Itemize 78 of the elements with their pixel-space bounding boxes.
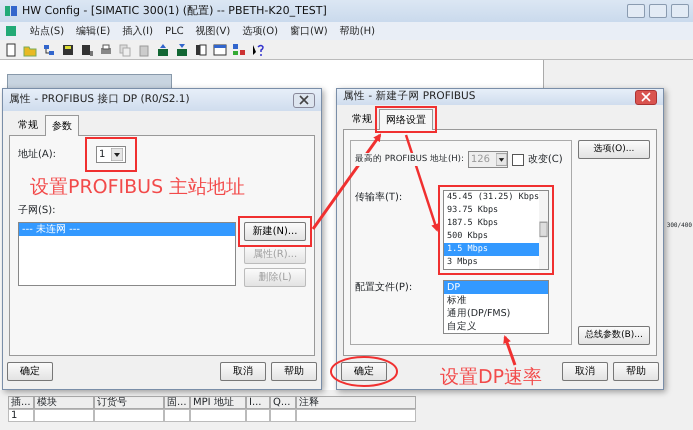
field-label: 地址(A): [18, 148, 58, 162]
column-header: 固... [164, 396, 190, 409]
close-icon [641, 92, 651, 102]
column-header: I... [246, 396, 270, 409]
ok-button[interactable]: 确定 [341, 362, 387, 381]
transmission-rate-list[interactable]: 45.45 (31.25) Kbps 93.75 Kbps 187.5 Kbps 500 Kbps 1.5 Mbps 3 Mbps [443, 190, 539, 270]
bus-parameters-button[interactable]: 总线参数(B)... [578, 326, 650, 345]
options-button[interactable]: 选项(O)... [578, 140, 650, 159]
menu-item[interactable]: 站点(S) [30, 24, 64, 38]
caret-icon [496, 153, 507, 166]
column-header: 插... [8, 396, 34, 409]
side-button[interactable]: 新建(N)... [244, 222, 306, 241]
menu-item[interactable]: 选项(O) [242, 24, 278, 38]
menu-item[interactable]: 视图(V) [196, 24, 230, 38]
checkbox[interactable] [512, 154, 524, 166]
tab[interactable]: 网络设置 [379, 109, 433, 130]
window-title: HW Config - [SIMATIC 300(1) (配置) -- PBETH-K20_TEST] [22, 2, 327, 19]
network-icon[interactable] [42, 42, 56, 56]
menu-item[interactable]: 插入(I) [122, 24, 154, 38]
list-item[interactable]: 500 Kbps [444, 230, 539, 243]
table-cell [190, 409, 246, 422]
close-button[interactable] [635, 90, 657, 104]
table-cell [94, 409, 164, 422]
scrollbar[interactable] [539, 190, 549, 270]
menu-item[interactable]: 帮助(H) [340, 24, 376, 38]
table-cell [246, 409, 270, 422]
list-item[interactable]: 通用(DP/FMS) [444, 307, 548, 320]
upload-icon[interactable] [175, 42, 189, 56]
table-cell: 1 [8, 409, 34, 422]
list-item[interactable]: 45.45 (31.25) Kbps [444, 191, 539, 204]
list-item[interactable]: 93.75 Kbps [444, 204, 539, 217]
highlight-frame [375, 106, 437, 133]
cancel-button[interactable]: 取消 [562, 362, 608, 381]
close-icon [299, 95, 309, 105]
dialog-title: 属性 - PROFIBUS 接口 DP (R0/S2.1) [9, 92, 190, 108]
arrow [503, 335, 516, 366]
field-label: 传输率(T): [355, 190, 404, 205]
print-icon[interactable] [99, 42, 113, 56]
tab[interactable]: 参数 [45, 115, 79, 136]
profile-list[interactable]: DP 标准 通用(DP/FMS) 自定义 [443, 280, 549, 334]
tab[interactable]: 常规 [11, 115, 45, 135]
table-cell [34, 409, 94, 422]
list-item[interactable]: 标准 [444, 294, 548, 307]
column-header: 模块 [34, 396, 94, 409]
cancel-button[interactable]: 取消 [220, 362, 266, 381]
menu-item[interactable]: 窗口(W) [290, 24, 328, 38]
ok-button[interactable]: 确定 [7, 362, 53, 381]
highlight-ellipse [330, 356, 398, 387]
table-cell [164, 409, 190, 422]
column-header: MPI 地址 [190, 396, 246, 409]
new-file-icon[interactable] [4, 42, 18, 56]
save-icon[interactable] [61, 42, 75, 56]
app-icon [4, 4, 18, 18]
help-button[interactable]: 帮助 [271, 362, 317, 381]
list-item[interactable]: 3 Mbps [444, 256, 539, 269]
list-item[interactable]: 187.5 Kbps [444, 217, 539, 230]
list-item[interactable]: 自定义 [444, 320, 548, 333]
window-icon[interactable] [213, 42, 227, 56]
caret-icon [111, 148, 124, 161]
annotation-text: 设置PROFIBUS 主站地址 [30, 178, 246, 197]
field-label: 最高的 PROFIBUS 地址(H): [355, 153, 464, 166]
menu-item[interactable]: PLC [165, 24, 184, 38]
dialog-title: 属性 - 新建子网 PROFIBUS [343, 89, 476, 104]
checkbox-label: 改变(C) [528, 152, 563, 167]
help-icon[interactable] [251, 42, 265, 56]
field-label: 配置文件(P): [355, 280, 414, 295]
address-dropdown[interactable]: 1 [96, 146, 126, 163]
download-icon[interactable] [156, 42, 170, 56]
help-button[interactable]: 帮助 [613, 362, 659, 381]
close-button[interactable] [293, 92, 315, 108]
column-header: 订货号 [94, 396, 164, 409]
column-header: Q... [270, 396, 296, 409]
tab[interactable]: 常规 [345, 109, 379, 129]
menu-item[interactable]: 编辑(E) [76, 24, 110, 38]
annotation-text: 设置DP速率 [440, 368, 542, 387]
table-cell [270, 409, 296, 422]
highlight-frame [85, 137, 137, 172]
field-label: 子网(S): [18, 204, 57, 218]
